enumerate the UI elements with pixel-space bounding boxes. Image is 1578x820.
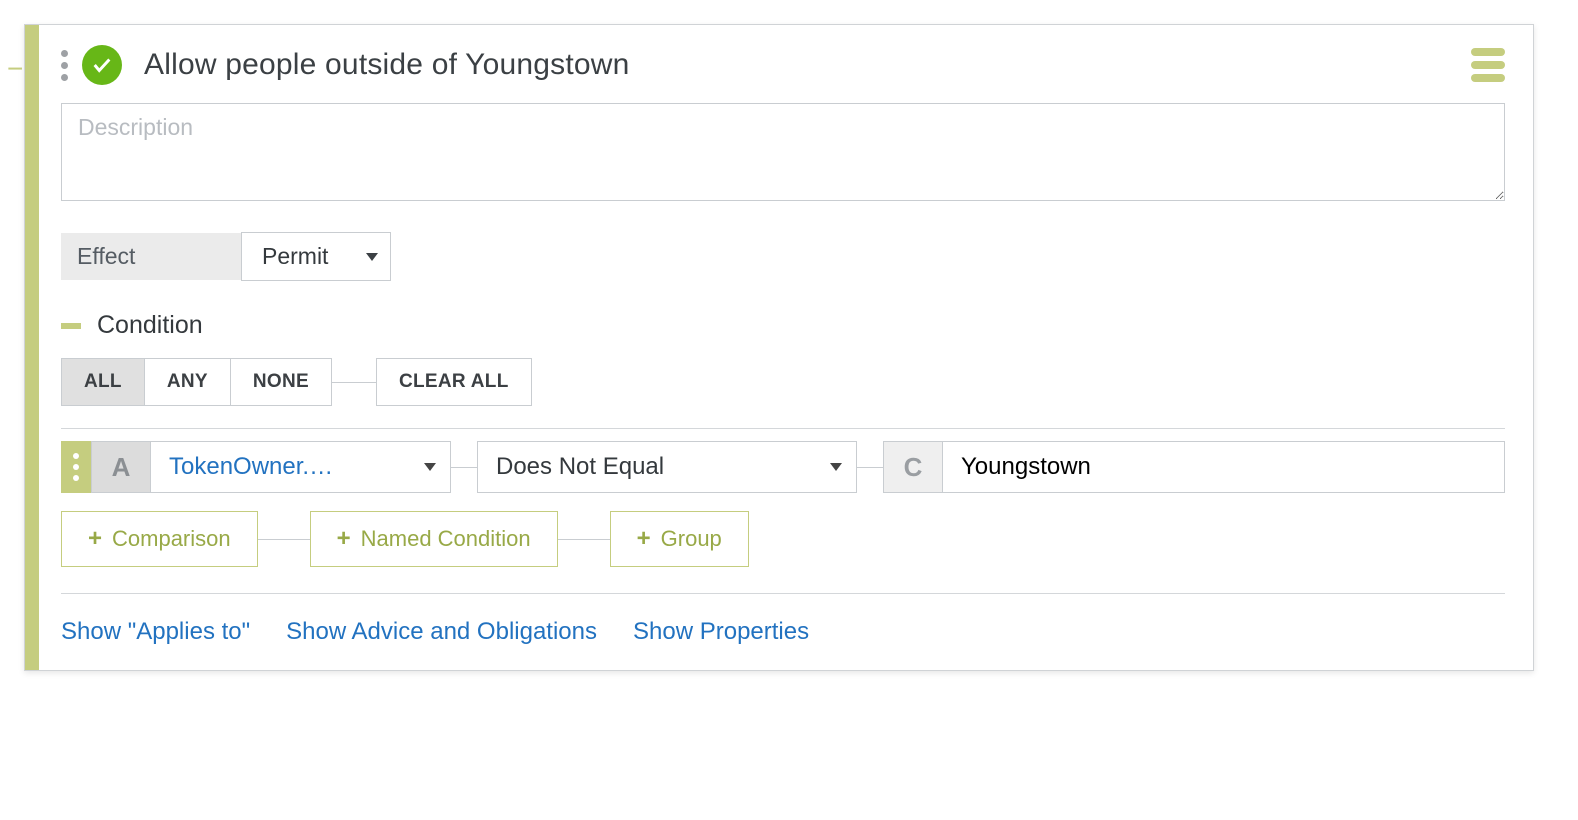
operator-none-button[interactable]: NONE (231, 358, 332, 406)
add-named-condition-button[interactable]: + Named Condition (310, 511, 558, 567)
status-check-icon (82, 45, 122, 85)
chevron-down-icon (424, 463, 436, 471)
footer-links: Show "Applies to" Show Advice and Obliga… (61, 618, 1505, 646)
rule-card: − Allow people outside of Youngstown Eff… (24, 24, 1534, 671)
collapse-condition-icon[interactable] (61, 323, 81, 329)
show-properties-link[interactable]: Show Properties (633, 618, 809, 646)
attribute-select[interactable]: TokenOwner.… (151, 441, 451, 493)
add-group-button[interactable]: + Group (610, 511, 749, 567)
plus-icon: + (637, 527, 651, 551)
add-buttons-row: + Comparison + Named Condition + Group (61, 511, 1505, 567)
left-operand-tag: A (91, 441, 151, 493)
operator-any-button[interactable]: ANY (145, 358, 231, 406)
comparison-row: A TokenOwner.… Does Not Equal C (61, 441, 1505, 493)
add-comparison-label: Comparison (112, 526, 231, 552)
operator-all-button[interactable]: ALL (61, 358, 145, 406)
effect-label: Effect (61, 233, 241, 280)
clear-all-button[interactable]: CLEAR ALL (376, 358, 532, 406)
chevron-down-icon (366, 253, 378, 261)
card-header: Allow people outside of Youngstown (61, 45, 1505, 85)
chevron-down-icon (830, 463, 842, 471)
description-input[interactable] (61, 103, 1505, 201)
comparison-operator-select[interactable]: Does Not Equal (477, 441, 857, 493)
effect-row: Effect Permit (61, 232, 1505, 281)
condition-label: Condition (97, 311, 203, 340)
collapse-card-icon[interactable]: − (7, 55, 23, 83)
rule-title: Allow people outside of Youngstown (144, 48, 630, 82)
comparison-drag-handle-icon[interactable] (61, 441, 91, 493)
operator-row: ALL ANY NONE CLEAR ALL (61, 358, 1505, 406)
drag-handle-icon[interactable] (61, 50, 68, 81)
connector-line (332, 382, 376, 383)
comparison-value-input[interactable] (943, 441, 1505, 493)
card-gutter: − (25, 25, 39, 670)
add-named-label: Named Condition (361, 526, 531, 552)
plus-icon: + (88, 527, 102, 551)
condition-heading: Condition (61, 311, 1505, 340)
plus-icon: + (337, 527, 351, 551)
menu-icon[interactable] (1471, 48, 1505, 82)
effect-value: Permit (262, 243, 328, 270)
attribute-value: TokenOwner.… (169, 453, 333, 481)
show-applies-to-link[interactable]: Show "Applies to" (61, 618, 250, 646)
comparison-operator-value: Does Not Equal (496, 453, 664, 481)
add-comparison-button[interactable]: + Comparison (61, 511, 258, 567)
effect-select[interactable]: Permit (241, 232, 391, 281)
add-group-label: Group (661, 526, 722, 552)
show-advice-link[interactable]: Show Advice and Obligations (286, 618, 597, 646)
right-operand-tag: C (883, 441, 943, 493)
